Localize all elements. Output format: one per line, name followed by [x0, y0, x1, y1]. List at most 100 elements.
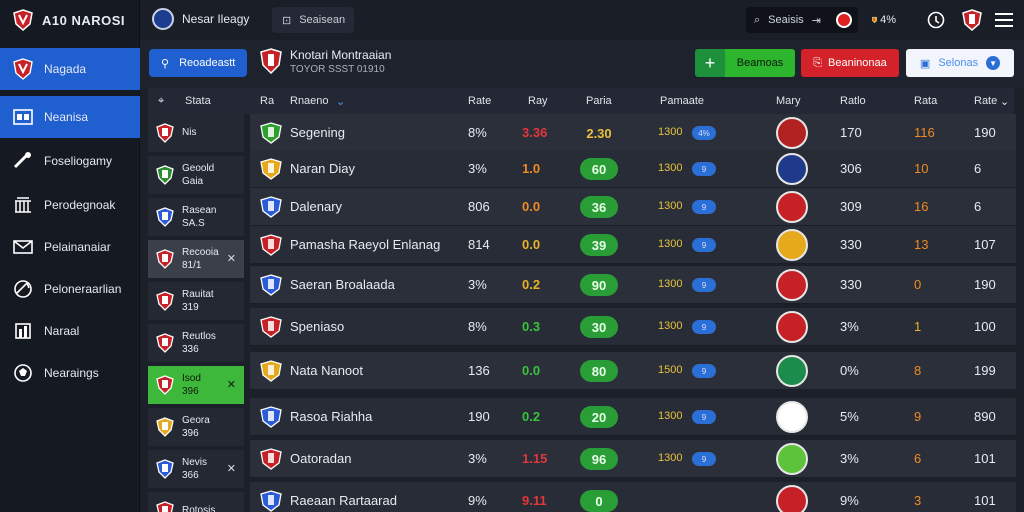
brand[interactable]: Nesar Ileagy [152, 8, 249, 30]
sort-chevron-icon[interactable]: ⌄ [336, 95, 345, 108]
col-rate[interactable]: Rate [468, 95, 491, 107]
rate2-value: 190 [974, 277, 996, 292]
paria-pill[interactable]: 60 [580, 158, 618, 180]
calendar-icon: ▣ [919, 57, 931, 70]
match-list-item[interactable]: Recooia 81/1 ✕ [148, 240, 244, 278]
ratio-value: 330 [840, 237, 862, 252]
match-list-item[interactable]: Nevis 366 ✕ [148, 450, 244, 488]
pamaate-badge[interactable]: 4% [692, 126, 716, 140]
match-list-item[interactable]: Geora 396 [148, 408, 244, 446]
match-list-item-sub: 81/1 [182, 260, 202, 271]
pin-icon: ⌖ [158, 95, 165, 107]
sidebar-item-nagada[interactable]: Nagada [0, 48, 140, 90]
close-icon[interactable]: ✕ [227, 462, 236, 475]
sidebar-item-nearaings[interactable]: Nearaings [0, 352, 140, 394]
search-icon: ⚲ [161, 57, 170, 70]
col-ray[interactable]: Ray [528, 95, 548, 107]
col-team-prefix[interactable]: Ra [260, 95, 274, 107]
team-badge-icon [260, 158, 282, 180]
primary-button[interactable]: ⚲ Reoadeastt [149, 49, 247, 77]
paria-pill[interactable]: 20 [580, 406, 618, 428]
col-mary[interactable]: Mary [776, 95, 800, 107]
col-rata[interactable]: Rata [914, 95, 937, 107]
pamaate-badge[interactable]: 9 [692, 410, 716, 424]
top-search[interactable]: ⌕ Seaisis ⇥ [746, 7, 858, 33]
col-paria[interactable]: Paria [586, 95, 612, 107]
match-subtitle: TOYOR SSST 01910 [290, 64, 385, 75]
plus-button[interactable]: + [695, 49, 725, 77]
menu-button[interactable] [992, 8, 1016, 32]
table-row[interactable]: Raeaan Rartaarad 9% 9.11 0 9% 3 101 [250, 482, 1016, 512]
col-rate2[interactable]: Rate [974, 95, 997, 107]
pamaate-badge[interactable]: 9 [692, 238, 716, 252]
paria-pill[interactable]: 39 [580, 234, 618, 256]
sidebar-item-foseliogamy[interactable]: Foseliogamy [0, 140, 140, 182]
paria-pill[interactable]: 80 [580, 360, 618, 382]
mail-icon [12, 236, 34, 258]
pamaate-badge[interactable]: 9 [692, 278, 716, 292]
paria-pill[interactable]: 0 [580, 490, 618, 512]
table-row[interactable]: Dalenary 806 0.0 36 1300 9 309 16 6 [250, 188, 1016, 226]
match-list-item[interactable]: Nis [148, 114, 244, 152]
paria-pill[interactable]: 90 [580, 274, 618, 296]
sidebar-item-neanisa[interactable]: Neanisa [0, 96, 140, 138]
match-list-item[interactable]: Rasean SA.S [148, 198, 244, 236]
paria-pill[interactable]: 2.30 [580, 122, 618, 144]
pamaate-value: 1300 [658, 238, 683, 250]
table-row[interactable]: Rasoa Riahha 190 0.2 20 1300 9 5% 9 890 [250, 398, 1016, 436]
pamaate-badge[interactable]: 9 [692, 364, 716, 378]
season-label: Seaisean [299, 14, 346, 26]
club-crest-icon [156, 459, 174, 479]
pamaate-badge[interactable]: 9 [692, 320, 716, 334]
team-name: Pamasha Raeyol Enlanag [290, 237, 441, 252]
season-selector[interactable]: ⊡ Seaisean [272, 7, 354, 33]
table-row[interactable]: Segening 8% 3.36 2.30 1300 4% 170 116 190 [250, 114, 1016, 152]
club-badge-icon [152, 8, 174, 30]
match-list-item[interactable]: Isod 396 ✕ [148, 366, 244, 404]
col-ratio[interactable]: Ratlo [840, 95, 866, 107]
paria-pill[interactable]: 30 [580, 316, 618, 338]
sidebar-item-pelainanaiar[interactable]: Pelainanaiar [0, 226, 140, 268]
table-row[interactable]: Pamasha Raeyol Enlanag 814 0.0 39 1300 9 330 13… [250, 226, 1016, 264]
match-list-item[interactable]: Geoold Gaia [148, 156, 244, 194]
match-list-item[interactable]: Rauitat 319 [148, 282, 244, 320]
match-list-item-title: Rauitat [182, 289, 214, 300]
match-list-item-sub: 336 [182, 344, 199, 355]
team-flag-button[interactable]: 4% [872, 8, 896, 32]
info-button[interactable] [924, 8, 948, 32]
paria-pill[interactable]: 96 [580, 448, 618, 470]
close-icon[interactable]: ✕ [227, 252, 236, 265]
rata-value: 6 [914, 451, 922, 466]
table-row[interactable]: Naran Diay 3% 1.0 60 1300 9 306 10 6 [250, 150, 1016, 188]
table-header: ⌖ Stata Ra Rnaeno ⌄ Rate Ray Paria Pamaa… [148, 88, 1014, 114]
table-row[interactable]: Saeran Broalaada 3% 0.2 90 1300 9 330 0 190 [250, 266, 1016, 304]
sidebar-item-perodegnoak[interactable]: Perodegnoak [0, 184, 140, 226]
col-team[interactable]: Rnaeno [290, 95, 329, 107]
club-shield-button[interactable] [960, 8, 984, 32]
sidebar-item-peloneraarlian[interactable]: Peloneraarlian [0, 268, 140, 310]
match-list-item[interactable]: Rotosis [148, 492, 244, 512]
pamaate-badge[interactable]: 9 [692, 200, 716, 214]
match-list-item-sub: 396 [182, 386, 199, 397]
table-row[interactable]: Nata Nanoot 136 0.0 80 1500 9 0% 8 199 [250, 352, 1016, 390]
table-row[interactable]: Speniaso 8% 0.3 30 1300 9 3% 1 100 [250, 308, 1016, 346]
paria-pill[interactable]: 36 [580, 196, 618, 218]
green-button[interactable]: Beamoas [725, 49, 795, 77]
close-icon[interactable]: ✕ [227, 378, 236, 391]
app-logo[interactable]: A10 NAROSI [0, 0, 139, 40]
white-button[interactable]: ▣ Selonas ▼ [906, 49, 1014, 77]
col-pamaate[interactable]: Pamaate [660, 95, 704, 107]
rata-value: 10 [914, 161, 929, 176]
sidebar-item-naraal[interactable]: Naraal [0, 310, 140, 352]
shield-icon [962, 9, 982, 31]
match-list-item[interactable]: Reutlos 336 [148, 324, 244, 362]
pamaate-value: 1300 [658, 320, 683, 332]
pamaate-badge[interactable]: 9 [692, 452, 716, 466]
red-button[interactable]: ⎘ Beaninonaa [801, 49, 899, 77]
team-badge-icon [260, 316, 282, 338]
table-row[interactable]: Oatoradan 3% 1.15 96 1300 9 3% 6 101 [250, 440, 1016, 478]
match-list-item-title: Reutlos [182, 331, 216, 342]
sort-chevron-icon[interactable]: ⌄ [1000, 95, 1009, 108]
season-icon: ⊡ [282, 14, 292, 27]
pamaate-badge[interactable]: 9 [692, 162, 716, 176]
